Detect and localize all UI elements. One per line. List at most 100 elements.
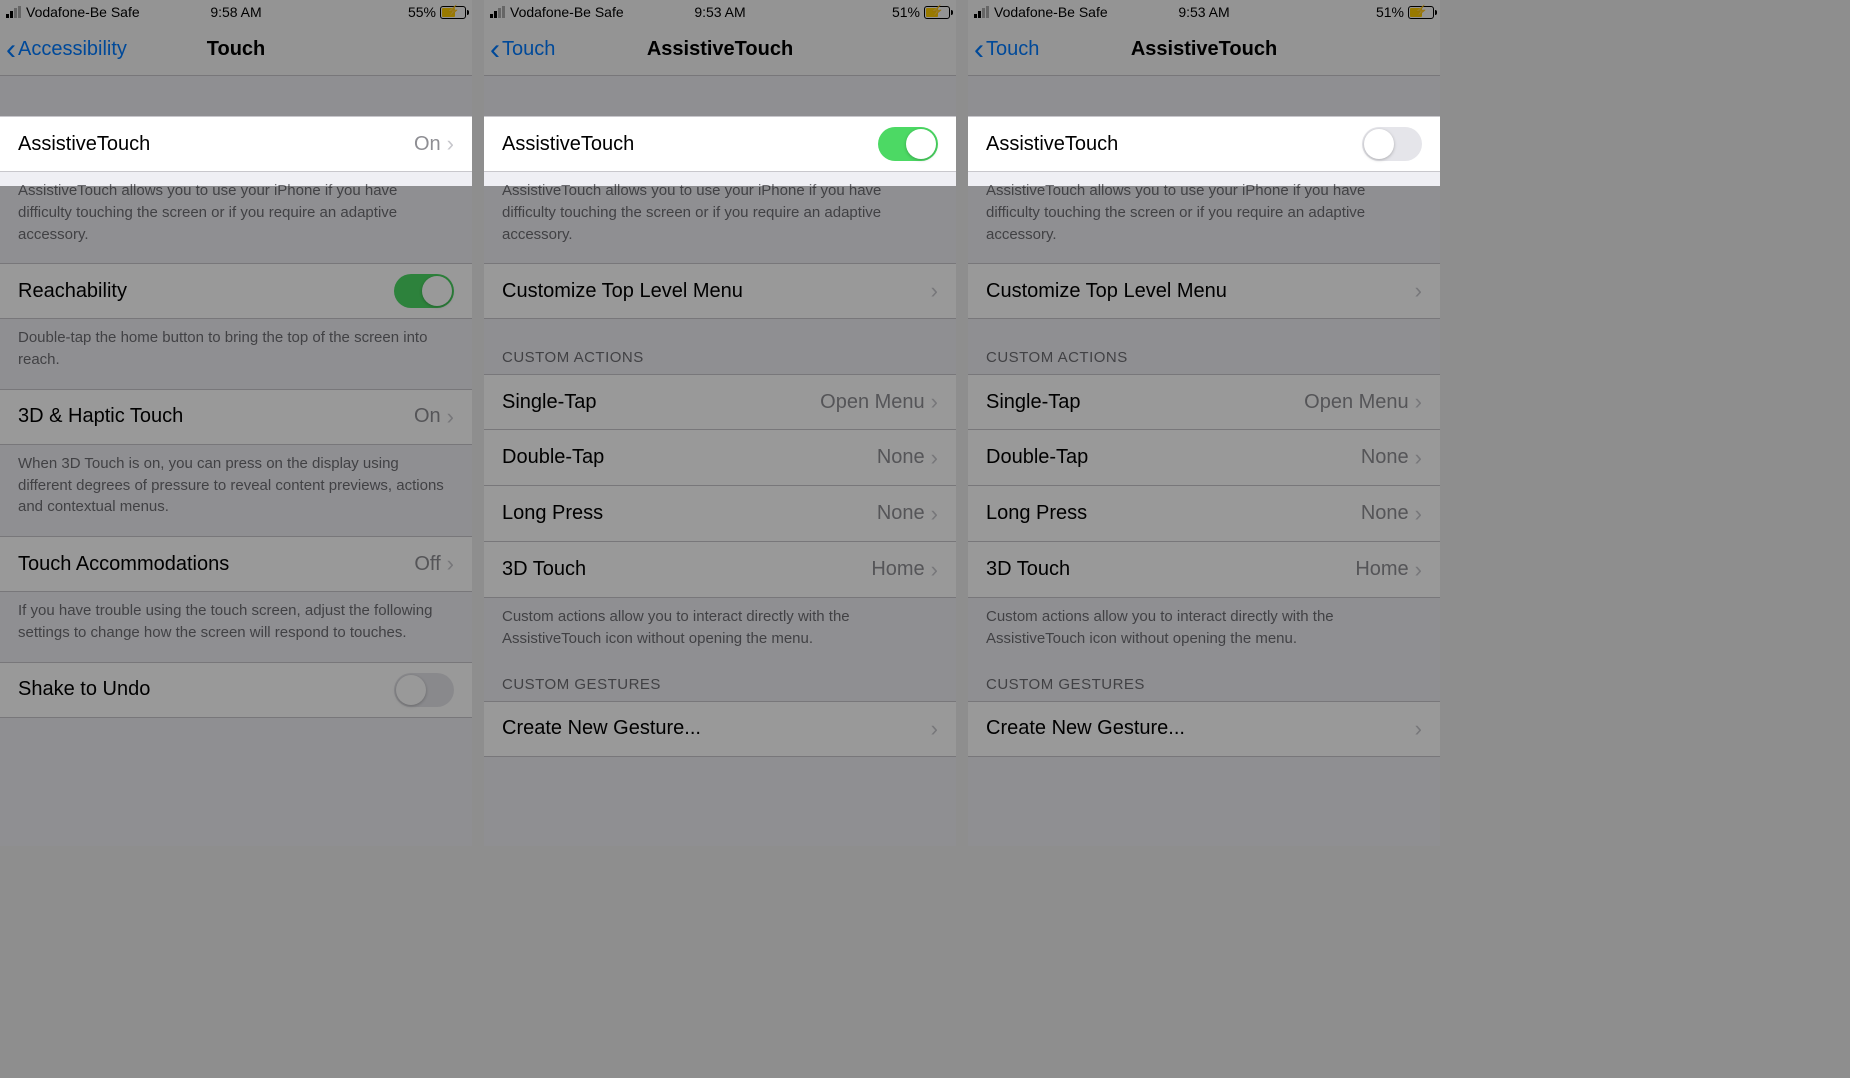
row-create-gesture[interactable]: Create New Gesture... › bbox=[484, 701, 956, 757]
row-3d-haptic[interactable]: 3D & Haptic Touch On › bbox=[0, 389, 472, 445]
status-bar: Vodafone-Be Safe 9:58 AM 55% ⚡ bbox=[0, 0, 472, 24]
row-create-gesture[interactable]: Create New Gesture... › bbox=[968, 701, 1440, 757]
section-custom-gestures: CUSTOM GESTURES bbox=[968, 668, 1440, 701]
row-touch-accommodations[interactable]: Touch Accommodations Off › bbox=[0, 536, 472, 592]
row-assistivetouch-toggle[interactable]: AssistiveTouch bbox=[484, 116, 956, 172]
footer-reachability: Double-tap the home button to bring the … bbox=[0, 319, 472, 389]
row-label: 3D Touch bbox=[502, 558, 871, 581]
chevron-right-icon: › bbox=[931, 559, 938, 581]
phone-screen-1: Vodafone-Be Safe 9:58 AM 55% ⚡ ‹ Accessi… bbox=[0, 0, 472, 846]
back-button[interactable]: ‹ Accessibility bbox=[0, 35, 127, 65]
row-double-tap[interactable]: Double-Tap None › bbox=[968, 430, 1440, 486]
back-button[interactable]: ‹ Touch bbox=[484, 35, 555, 65]
battery-pct: 51% bbox=[892, 4, 920, 20]
row-value: None bbox=[1361, 446, 1409, 469]
chevron-right-icon: › bbox=[1415, 559, 1422, 581]
status-bar: Vodafone-Be Safe 9:53 AM 51% ⚡ bbox=[968, 0, 1440, 24]
row-customize-menu[interactable]: Customize Top Level Menu › bbox=[968, 263, 1440, 319]
footer-assistivetouch: AssistiveTouch allows you to use your iP… bbox=[968, 172, 1440, 263]
chevron-left-icon: ‹ bbox=[974, 35, 984, 65]
row-long-press[interactable]: Long Press None › bbox=[484, 486, 956, 542]
row-value: Open Menu bbox=[1304, 391, 1409, 414]
battery-pct: 55% bbox=[408, 4, 436, 20]
back-button[interactable]: ‹ Touch bbox=[968, 35, 1039, 65]
row-label: Create New Gesture... bbox=[986, 717, 1415, 740]
chevron-right-icon: › bbox=[1415, 391, 1422, 413]
row-label: Create New Gesture... bbox=[502, 717, 931, 740]
chevron-right-icon: › bbox=[447, 406, 454, 428]
battery-icon: ⚡ bbox=[440, 6, 466, 19]
phone-screen-3: Vodafone-Be Safe 9:53 AM 51% ⚡ ‹ Touch A… bbox=[968, 0, 1440, 846]
row-assistivetouch[interactable]: AssistiveTouch On › bbox=[0, 116, 472, 172]
row-label: AssistiveTouch bbox=[18, 133, 414, 156]
nav-title: AssistiveTouch bbox=[647, 38, 793, 61]
row-value: None bbox=[877, 502, 925, 525]
carrier-label: Vodafone-Be Safe bbox=[26, 4, 140, 20]
chevron-right-icon: › bbox=[931, 391, 938, 413]
row-label: Reachability bbox=[18, 280, 394, 303]
row-value: None bbox=[1361, 502, 1409, 525]
row-value: Open Menu bbox=[820, 391, 925, 414]
row-label: Shake to Undo bbox=[18, 678, 394, 701]
chevron-right-icon: › bbox=[1415, 447, 1422, 469]
row-single-tap[interactable]: Single-Tap Open Menu › bbox=[484, 374, 956, 430]
back-label: Accessibility bbox=[18, 38, 127, 61]
footer-touch-accommodations: If you have trouble using the touch scre… bbox=[0, 592, 472, 662]
footer-3d-haptic: When 3D Touch is on, you can press on th… bbox=[0, 445, 472, 536]
row-label: Touch Accommodations bbox=[18, 553, 414, 576]
chevron-right-icon: › bbox=[931, 718, 938, 740]
row-label: 3D & Haptic Touch bbox=[18, 405, 414, 428]
row-3d-touch[interactable]: 3D Touch Home › bbox=[484, 542, 956, 598]
row-long-press[interactable]: Long Press None › bbox=[968, 486, 1440, 542]
footer-assistivetouch: AssistiveTouch allows you to use your iP… bbox=[484, 172, 956, 263]
back-label: Touch bbox=[986, 38, 1039, 61]
signal-icon bbox=[974, 6, 989, 18]
section-custom-actions: CUSTOM ACTIONS bbox=[968, 319, 1440, 374]
battery-pct: 51% bbox=[1376, 4, 1404, 20]
chevron-right-icon: › bbox=[931, 503, 938, 525]
chevron-left-icon: ‹ bbox=[6, 35, 16, 65]
chevron-right-icon: › bbox=[931, 447, 938, 469]
row-reachability[interactable]: Reachability bbox=[0, 263, 472, 319]
chevron-right-icon: › bbox=[931, 280, 938, 302]
nav-title: Touch bbox=[207, 38, 266, 61]
chevron-right-icon: › bbox=[1415, 280, 1422, 302]
row-value: Home bbox=[1355, 558, 1408, 581]
row-3d-touch[interactable]: 3D Touch Home › bbox=[968, 542, 1440, 598]
status-time: 9:53 AM bbox=[694, 4, 745, 20]
battery-icon: ⚡ bbox=[1408, 6, 1434, 19]
reachability-switch[interactable] bbox=[394, 274, 454, 308]
nav-title: AssistiveTouch bbox=[1131, 38, 1277, 61]
row-label: Long Press bbox=[986, 502, 1361, 525]
row-assistivetouch-toggle[interactable]: AssistiveTouch bbox=[968, 116, 1440, 172]
row-label: Single-Tap bbox=[502, 391, 820, 414]
row-shake-to-undo[interactable]: Shake to Undo bbox=[0, 662, 472, 718]
row-double-tap[interactable]: Double-Tap None › bbox=[484, 430, 956, 486]
status-time: 9:53 AM bbox=[1178, 4, 1229, 20]
row-value: On bbox=[414, 133, 441, 156]
footer-custom-actions: Custom actions allow you to interact dir… bbox=[484, 598, 956, 668]
assistivetouch-switch[interactable] bbox=[1362, 127, 1422, 161]
shake-to-undo-switch[interactable] bbox=[394, 673, 454, 707]
signal-icon bbox=[6, 6, 21, 18]
row-customize-menu[interactable]: Customize Top Level Menu › bbox=[484, 263, 956, 319]
chevron-right-icon: › bbox=[447, 553, 454, 575]
battery-icon: ⚡ bbox=[924, 6, 950, 19]
carrier-label: Vodafone-Be Safe bbox=[994, 4, 1108, 20]
section-custom-actions: CUSTOM ACTIONS bbox=[484, 319, 956, 374]
chevron-right-icon: › bbox=[447, 133, 454, 155]
row-label: Customize Top Level Menu bbox=[502, 280, 931, 303]
footer-custom-actions: Custom actions allow you to interact dir… bbox=[968, 598, 1440, 668]
row-label: Single-Tap bbox=[986, 391, 1304, 414]
nav-bar: ‹ Touch AssistiveTouch bbox=[968, 24, 1440, 76]
row-single-tap[interactable]: Single-Tap Open Menu › bbox=[968, 374, 1440, 430]
status-bar: Vodafone-Be Safe 9:53 AM 51% ⚡ bbox=[484, 0, 956, 24]
nav-bar: ‹ Touch AssistiveTouch bbox=[484, 24, 956, 76]
row-label: AssistiveTouch bbox=[502, 133, 878, 156]
row-label: Double-Tap bbox=[986, 446, 1361, 469]
row-label: Double-Tap bbox=[502, 446, 877, 469]
carrier-label: Vodafone-Be Safe bbox=[510, 4, 624, 20]
assistivetouch-switch[interactable] bbox=[878, 127, 938, 161]
row-value: None bbox=[877, 446, 925, 469]
row-label: Customize Top Level Menu bbox=[986, 280, 1415, 303]
